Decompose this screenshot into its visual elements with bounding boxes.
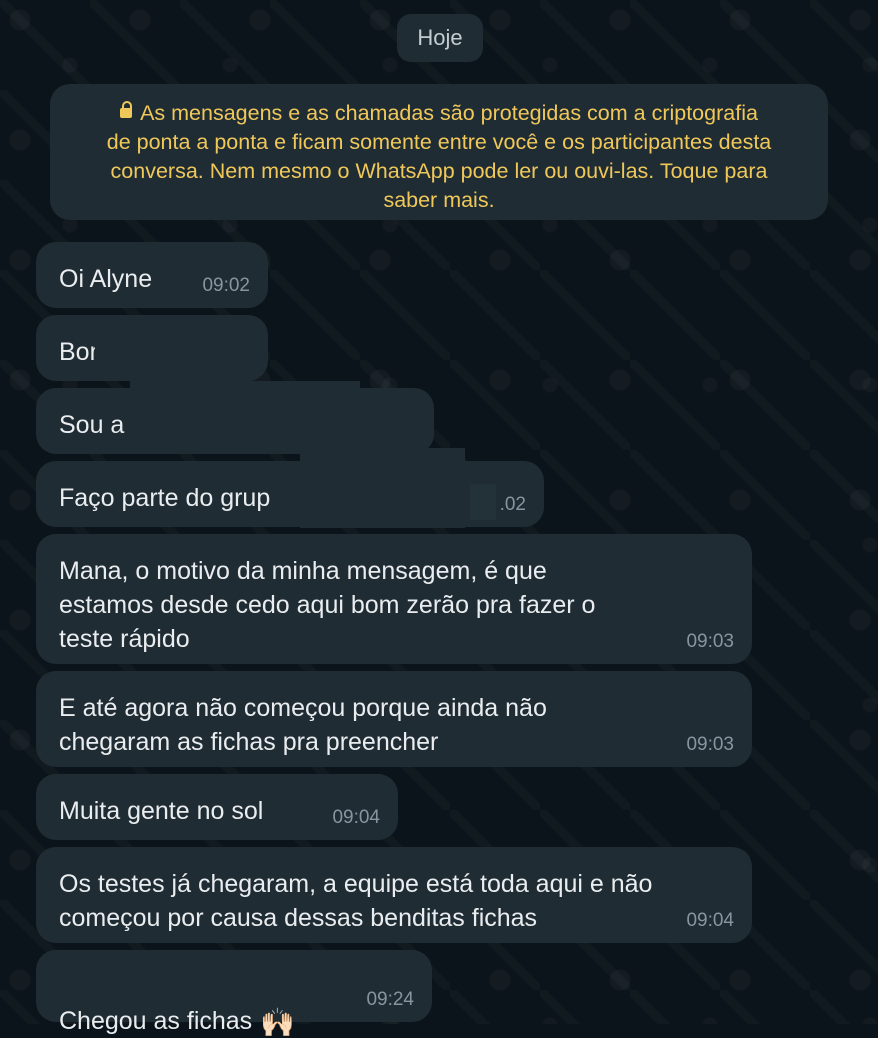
message-text: Faço parte do grup [59,484,271,512]
chat-area[interactable]: Hoje As mensagens e as chamadas são prot… [0,0,878,1037]
redacted-area [95,333,255,378]
message-bubble[interactable]: Muita gente no sol 09:04 [36,774,398,840]
lock-icon [120,101,133,121]
message-bubble[interactable]: Oi Alyne 09:02 [36,242,268,308]
encryption-notice-line-2: de ponta a ponta e ficam somente entre v… [106,130,772,154]
message-text: E até agora não começou porque ainda não… [59,694,547,756]
message-text: Mana, o motivo da minha mensagem, é que … [59,557,596,653]
message-text: Sou a [59,411,125,439]
message-text-content: Chegou as fichas [59,1007,253,1035]
message-bubble[interactable]: Chegou as fichas 🙌🏻 09:24 [36,950,432,1037]
message-text: Os testes já chegaram, a equipe está tod… [59,870,653,932]
message-time: 09:04 [332,807,380,828]
encryption-notice-text-1: As mensagens e as chamadas são protegida… [140,101,758,125]
encryption-notice-line-3: conversa. Nem mesmo o WhatsApp pode ler … [110,159,768,183]
message-bubble[interactable]: E até agora não começou porque ainda não… [36,671,752,767]
message-bubble[interactable]: Os testes já chegaram, a equipe está tod… [36,847,752,943]
encryption-notice[interactable]: As mensagens e as chamadas são protegida… [50,84,828,220]
message-text: Muita gente no sol [59,797,264,825]
raising-hands-icon: 🙌🏻 [260,1007,296,1038]
message-time: 09:04 [686,910,734,931]
date-separator: Hoje [397,14,483,62]
redacted-area [300,448,465,528]
message-time: 09:24 [366,989,414,1010]
message-text: Chegou as fichas 🙌🏻 [59,970,295,1038]
encryption-notice-line-1: As mensagens e as chamadas são protegida… [72,99,806,128]
encryption-notice-line-4: saber mais. [383,188,495,212]
message-text: Oi Alyne [59,265,153,293]
redacted-area [470,484,496,520]
message-time: 09:03 [686,631,734,652]
message-time: 09:02 [202,275,250,296]
message-bubble[interactable]: Faço parte do grup .02 [36,461,544,527]
message-time: 09:03 [686,734,734,755]
redacted-area [360,424,420,448]
message-bubble[interactable]: Mana, o motivo da minha mensagem, é que … [36,534,752,664]
redacted-area [130,381,360,436]
message-time: .02 [499,494,526,515]
